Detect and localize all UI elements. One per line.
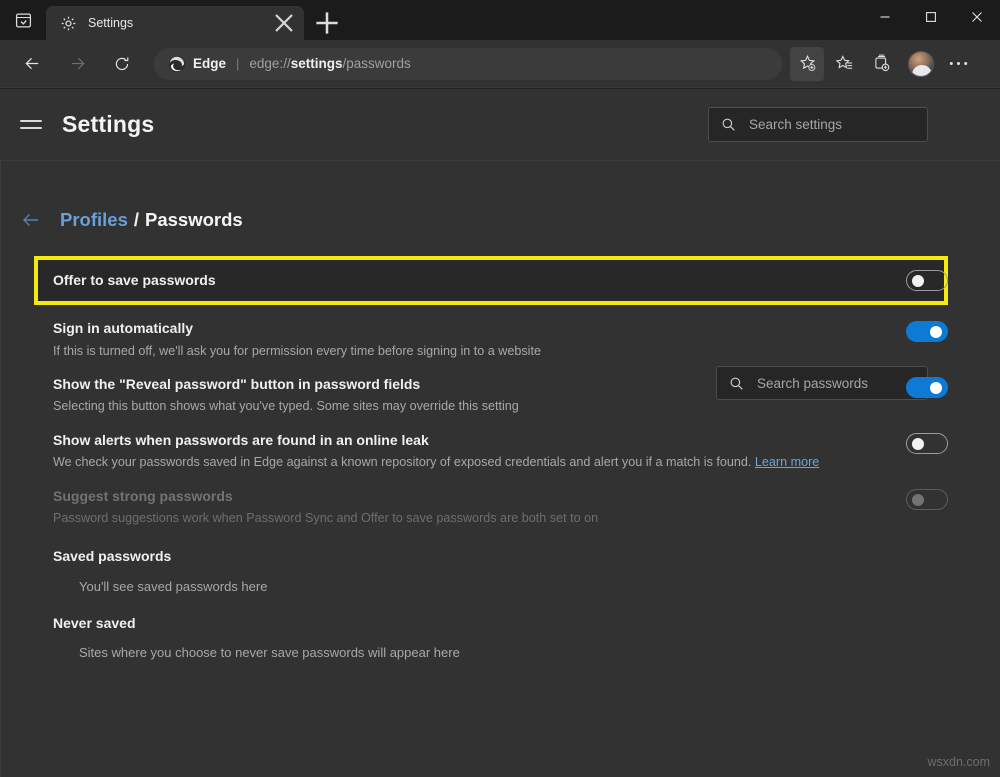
- address-brand-label: Edge: [193, 56, 226, 71]
- section-heading: Saved passwords: [53, 548, 928, 566]
- close-window-button[interactable]: [954, 0, 1000, 34]
- toggle-knob: [912, 275, 924, 287]
- toggle-knob: [912, 494, 924, 506]
- collections-icon[interactable]: [864, 47, 898, 81]
- hamburger-icon[interactable]: [20, 114, 42, 136]
- setting-title: Offer to save passwords: [53, 272, 928, 290]
- setting-description-text: We check your passwords saved in Edge ag…: [53, 455, 751, 469]
- empty-state-text: Sites where you choose to never save pas…: [79, 645, 928, 662]
- edge-logo-icon: [168, 55, 186, 73]
- toggle-knob: [912, 438, 924, 450]
- setting-title: Show alerts when passwords are found in …: [53, 432, 928, 450]
- setting-title: Sign in automatically: [53, 320, 928, 338]
- browser-toolbar: Edge | edge://settings/passwords: [0, 40, 1000, 88]
- back-button[interactable]: [14, 46, 50, 82]
- learn-more-link[interactable]: Learn more: [755, 455, 819, 469]
- breadcrumb-separator: /: [134, 209, 139, 231]
- saved-passwords-empty-state: You'll see saved passwords here: [0, 566, 1000, 596]
- forward-button[interactable]: [59, 46, 95, 82]
- breadcrumb: Profiles / Passwords: [20, 209, 243, 231]
- toggle-knob: [930, 326, 942, 338]
- address-bar[interactable]: Edge | edge://settings/passwords: [154, 48, 782, 80]
- tab-title: Settings: [88, 16, 272, 30]
- url-bold-segment: settings: [291, 56, 343, 71]
- title-bar: Settings: [0, 0, 1000, 40]
- setting-description: Selecting this button shows what you've …: [53, 398, 928, 414]
- new-tab-button[interactable]: [310, 6, 344, 40]
- setting-description: If this is turned off, we'll ask you for…: [53, 343, 928, 359]
- setting-row-online-leak-alerts[interactable]: Show alerts when passwords are found in …: [0, 415, 1000, 471]
- url-suffix: /passwords: [342, 56, 410, 71]
- setting-description: Password suggestions work when Password …: [53, 510, 928, 526]
- refresh-button[interactable]: [104, 46, 140, 82]
- never-saved-empty-state: Sites where you choose to never save pas…: [0, 632, 1000, 662]
- toggle-online-leak-alerts[interactable]: [906, 433, 948, 454]
- setting-row-offer-to-save-passwords[interactable]: Offer to save passwords: [0, 256, 1000, 305]
- password-settings-list: Offer to save passwords Sign in automati…: [0, 256, 1000, 662]
- toggle-suggest-strong-passwords: [906, 489, 948, 510]
- toggle-offer-to-save-passwords[interactable]: [906, 270, 948, 291]
- toggle-knob: [930, 382, 942, 394]
- breadcrumb-current: Passwords: [145, 209, 243, 231]
- search-icon: [721, 117, 736, 132]
- empty-state-text: You'll see saved passwords here: [79, 579, 928, 596]
- setting-title: Suggest strong passwords: [53, 488, 928, 506]
- browser-tab[interactable]: Settings: [46, 6, 304, 40]
- ellipsis-icon[interactable]: [941, 47, 975, 81]
- address-separator: |: [236, 56, 239, 71]
- settings-header: Settings Search settings: [0, 89, 1000, 161]
- breadcrumb-parent-link[interactable]: Profiles: [60, 209, 128, 231]
- url-prefix: edge://: [249, 56, 290, 71]
- setting-description: We check your passwords saved in Edge ag…: [53, 454, 928, 470]
- section-heading: Never saved: [53, 615, 928, 633]
- setting-row-sign-in-automatically[interactable]: Sign in automatically If this is turned …: [0, 305, 1000, 359]
- profile-avatar[interactable]: [908, 51, 934, 77]
- search-settings-placeholder: Search settings: [749, 117, 842, 132]
- setting-title: Show the "Reveal password" button in pas…: [53, 376, 928, 394]
- favorites-list-icon[interactable]: [827, 47, 861, 81]
- page-title: Settings: [62, 111, 154, 138]
- watermark: wsxdn.com: [927, 755, 990, 769]
- toggle-sign-in-automatically[interactable]: [906, 321, 948, 342]
- breadcrumb-back-icon[interactable]: [20, 209, 42, 231]
- setting-row-suggest-strong-passwords[interactable]: Suggest strong passwords Password sugges…: [0, 471, 1000, 527]
- tab-close-icon[interactable]: [272, 11, 296, 35]
- window-controls: [862, 0, 1000, 34]
- section-saved-passwords: Saved passwords: [0, 526, 1000, 566]
- gear-icon: [60, 15, 77, 32]
- section-never-saved: Never saved: [0, 596, 1000, 633]
- toggle-reveal-password-button[interactable]: [906, 377, 948, 398]
- minimize-button[interactable]: [862, 0, 908, 34]
- search-settings-input[interactable]: Search settings: [708, 107, 928, 142]
- star-plus-icon[interactable]: [790, 47, 824, 81]
- maximize-button[interactable]: [908, 0, 954, 34]
- settings-page-body: Profiles / Passwords Search passwords Of…: [0, 161, 1000, 777]
- tab-actions-icon[interactable]: [0, 0, 46, 40]
- setting-row-reveal-password-button[interactable]: Show the "Reveal password" button in pas…: [0, 359, 1000, 415]
- address-url: edge://settings/passwords: [249, 56, 776, 71]
